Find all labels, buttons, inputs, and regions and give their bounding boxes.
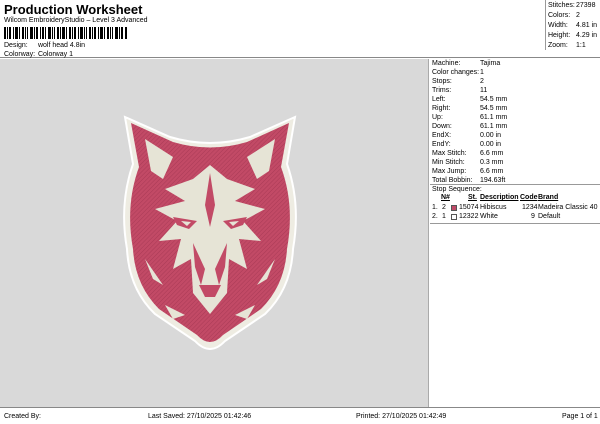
- detail-value: 6.6 mm: [480, 168, 504, 175]
- divider: [430, 223, 600, 224]
- detail-label: Total Bobbin:: [432, 177, 473, 184]
- divider: [430, 184, 600, 185]
- row-brand: Madeira Classic 40: [538, 204, 598, 211]
- design-label: Design:: [4, 42, 28, 49]
- software-name: Wilcom EmbroideryStudio – Level 3 Advanc…: [4, 17, 148, 24]
- detail-row: Color changes:1: [432, 69, 484, 78]
- colorway-value: Colorway 1: [37, 51, 73, 58]
- created-by: Created By:: [4, 413, 41, 420]
- column-header: N#: [441, 194, 450, 201]
- height-row: Height: 4.29 in: [548, 32, 597, 42]
- detail-value: 54.5 mm: [480, 96, 508, 103]
- design-preview: [0, 59, 429, 407]
- design-field: Design: wolf head 4.8in: [4, 42, 85, 49]
- detail-label: Up:: [432, 114, 443, 121]
- barcode: [4, 27, 127, 39]
- detail-value: 61.1 mm: [480, 123, 508, 130]
- row-index: 1.: [432, 204, 438, 211]
- detail-row: Down: 61.1 mm: [432, 123, 507, 132]
- width-value: 4.81 in: [576, 22, 598, 29]
- detail-value: Tajima: [480, 60, 501, 67]
- column-header: Code: [520, 194, 538, 201]
- detail-label: Machine:: [432, 60, 461, 67]
- design-value: wolf head 4.8in: [37, 42, 86, 49]
- detail-row: Min Stitch: 0.3 mm: [432, 159, 503, 168]
- row-description: White: [480, 213, 498, 220]
- page-number: Page 1 of 1: [562, 413, 598, 420]
- detail-value: 11: [480, 87, 488, 94]
- detail-row: EndY: 0.00 in: [432, 141, 501, 150]
- row-stitches: 15074: [459, 204, 479, 211]
- width-label: Width:: [548, 22, 568, 29]
- zoom-value: 1:1: [576, 42, 586, 49]
- detail-value: 0.3 mm: [480, 159, 504, 166]
- detail-label: Max Stitch:: [432, 150, 467, 157]
- color-swatch: [451, 214, 457, 220]
- stitches-row: Stitches:27398: [548, 2, 595, 12]
- row-stitches: 12322: [459, 213, 479, 220]
- detail-value: 6.6 mm: [480, 150, 504, 157]
- detail-value: 0.00 in: [480, 132, 502, 139]
- colorway-field: Colorway: Colorway 1: [4, 51, 73, 58]
- detail-row: Stops: 2: [432, 78, 484, 87]
- detail-label: Left:: [432, 96, 446, 103]
- worksheet-footer: Created By: Last Saved: 27/10/2025 01:42…: [0, 407, 600, 424]
- design-summary: Stitches:27398 Colors: 2 Width: 4.81 in He…: [545, 0, 600, 50]
- height-value: 4.29 in: [576, 32, 598, 39]
- detail-label: EndY:: [432, 141, 451, 148]
- detail-label: Right:: [432, 105, 451, 112]
- detail-label: Color changes:: [432, 69, 480, 76]
- color-swatch: [451, 205, 457, 211]
- colors-value: 2: [576, 12, 580, 19]
- detail-value: 2: [480, 78, 484, 85]
- stitches-value: 27398: [576, 2, 596, 9]
- detail-row: Right: 54.5 mm: [432, 105, 507, 114]
- detail-row: Max Jump: 6.6 mm: [432, 168, 503, 177]
- colors-label: Colors:: [548, 12, 571, 19]
- detail-value: 1: [480, 69, 484, 76]
- stitches-label: Stitches:: [548, 2, 575, 9]
- row-needle: 2: [442, 204, 446, 211]
- page-title: Production Worksheet: [4, 2, 143, 17]
- detail-row: Max Stitch: 6.6 mm: [432, 150, 503, 159]
- row-code: 9: [531, 213, 535, 220]
- colorway-label: Colorway:: [4, 51, 36, 58]
- detail-value: 0.00 in: [480, 141, 502, 148]
- detail-value: 61.1 mm: [480, 114, 508, 121]
- worksheet-header: Production Worksheet Wilcom EmbroiderySt…: [0, 0, 600, 58]
- zoom-label: Zoom:: [548, 42, 568, 49]
- detail-label: Down:: [432, 123, 452, 130]
- row-code: 1234: [522, 204, 538, 211]
- column-header: Description: [480, 194, 519, 201]
- column-header: Brand: [538, 194, 559, 201]
- detail-label: Min Stitch:: [432, 159, 465, 166]
- height-label: Height:: [548, 32, 571, 39]
- last-saved: Last Saved: 27/10/2025 01:42:46: [148, 413, 252, 420]
- row-needle: 1: [442, 213, 446, 220]
- zoom-row: Zoom: 1:1: [548, 42, 586, 52]
- detail-row: Up: 61.1 mm: [432, 114, 507, 123]
- wolf-head-design: [123, 115, 297, 350]
- detail-label: Max Jump:: [432, 168, 467, 175]
- column-header: St.: [468, 194, 477, 201]
- detail-row: Machine: Tajima: [432, 60, 500, 69]
- printed-date: Printed: 27/10/2025 01:42:49: [356, 413, 447, 420]
- detail-row: Left: 54.5 mm: [432, 96, 507, 105]
- detail-label: Trims:: [432, 87, 452, 94]
- row-brand: Default: [538, 213, 561, 220]
- width-row: Width: 4.81 in: [548, 22, 597, 32]
- row-description: Hibiscus: [480, 204, 507, 211]
- colors-row: Colors: 2: [548, 12, 580, 22]
- detail-label: Stops:: [432, 78, 452, 85]
- detail-value: 54.5 mm: [480, 105, 508, 112]
- row-index: 2.: [432, 213, 438, 220]
- detail-row: EndX: 0.00 in: [432, 132, 501, 141]
- detail-row: Trims: 11: [432, 87, 487, 96]
- detail-label: EndX:: [432, 132, 452, 139]
- detail-value: 194.63ft: [480, 177, 506, 184]
- details-panel: Machine: Tajima Color changes:1 Stops: 2 T…: [430, 59, 600, 407]
